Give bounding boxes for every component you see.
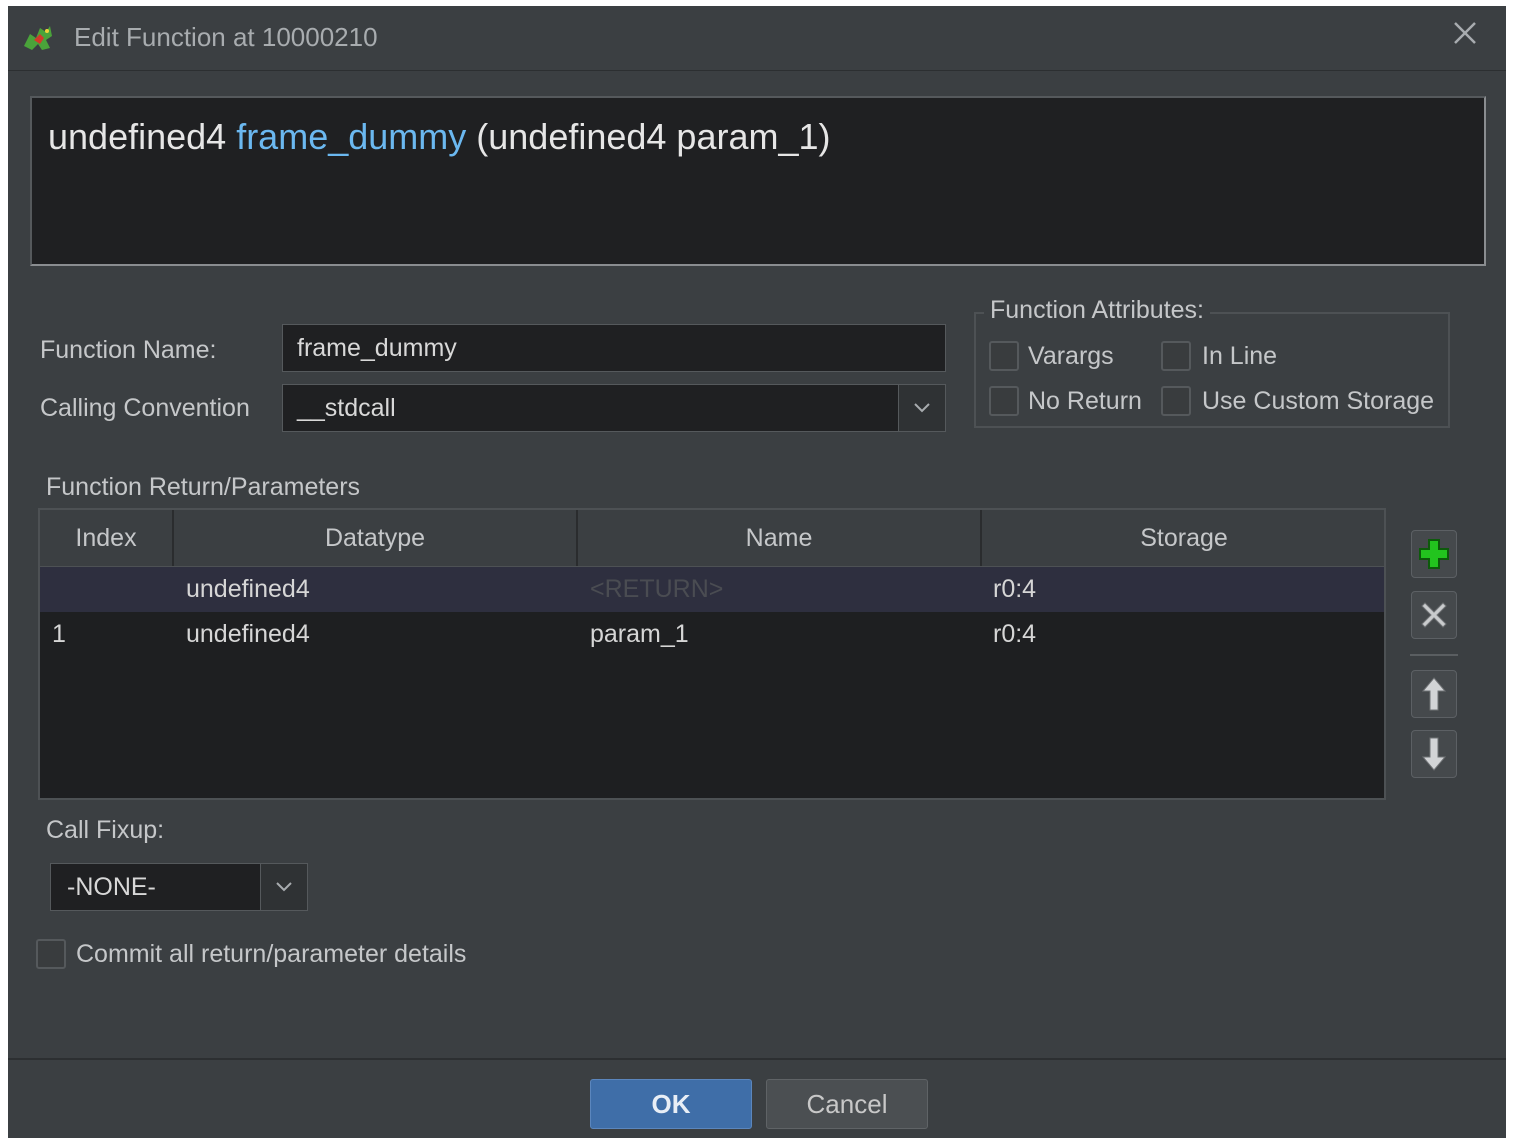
column-header-index[interactable]: Index [40,510,174,566]
move-down-icon [1421,737,1447,771]
column-header-name[interactable]: Name [578,510,982,566]
call-fixup-value: -NONE- [67,872,156,901]
calling-convention-combo[interactable]: __stdcall [282,384,946,432]
function-name-input[interactable]: frame_dummy [282,324,946,372]
cell-index: 1 [52,620,66,648]
no-return-checkbox[interactable] [989,386,1019,416]
cancel-button[interactable]: Cancel [766,1079,928,1129]
edit-function-dialog: Edit Function at 10000210 undefined4 fra… [8,6,1506,1138]
table-header: Index Datatype Name Storage [40,510,1384,567]
calling-convention-value: __stdcall [297,393,396,422]
title-bar: Edit Function at 10000210 [8,6,1506,71]
side-buttons-divider [1410,654,1458,656]
add-icon [1419,539,1449,569]
table-row[interactable]: 1 undefined4 param_1 r0:4 [40,612,1384,657]
cell-datatype[interactable]: undefined4 [186,567,310,612]
parameters-section-label: Function Return/Parameters [46,473,361,501]
window-title: Edit Function at 10000210 [74,22,378,52]
cell-datatype[interactable]: undefined4 [186,612,310,657]
move-up-icon [1421,677,1447,711]
custom-storage-label: Use Custom Storage [1202,387,1435,415]
inline-label: In Line [1202,342,1278,370]
chevron-down-icon[interactable] [260,864,307,910]
cell-name[interactable]: param_1 [590,612,689,657]
column-header-storage[interactable]: Storage [982,510,1384,566]
close-icon[interactable] [1450,18,1480,48]
ok-button[interactable]: OK [590,1079,752,1129]
varargs-label: Varargs [1028,342,1114,370]
add-parameter-button[interactable] [1411,530,1457,578]
cell-storage[interactable]: r0:4 [993,612,1036,657]
inline-checkbox[interactable] [1161,341,1191,371]
calling-convention-label: Calling Convention [40,394,250,422]
commit-details-checkbox[interactable] [36,939,66,969]
ghidra-dragon-icon [24,26,52,50]
signature-function-name: frame_dummy [236,116,467,157]
parameters-table[interactable]: Index Datatype Name Storage undefined4 <… [38,508,1386,800]
delete-icon [1421,602,1447,628]
function-name-label: Function Name: [40,336,217,364]
signature-editor[interactable]: undefined4 frame_dummy (undefined4 param… [30,96,1486,266]
footer-divider [8,1058,1506,1060]
no-return-label: No Return [1028,387,1142,415]
function-name-value: frame_dummy [297,333,457,362]
cell-name[interactable]: <RETURN> [590,567,723,612]
call-fixup-combo[interactable]: -NONE- [50,863,308,911]
column-header-datatype[interactable]: Datatype [174,510,578,566]
call-fixup-label: Call Fixup: [46,816,165,844]
table-row[interactable]: undefined4 <RETURN> r0:4 [40,567,1384,612]
signature-params: (undefined4 param_1) [476,116,831,157]
move-up-button[interactable] [1411,670,1457,718]
move-down-button[interactable] [1411,730,1457,778]
custom-storage-checkbox[interactable] [1161,386,1191,416]
function-attributes-legend: Function Attributes: [984,296,1211,325]
chevron-down-icon[interactable] [898,385,945,431]
delete-parameter-button[interactable] [1411,591,1457,639]
commit-details-label: Commit all return/parameter details [76,940,467,968]
varargs-checkbox[interactable] [989,341,1019,371]
cell-storage[interactable]: r0:4 [993,567,1036,612]
signature-return-type: undefined4 [48,116,227,157]
